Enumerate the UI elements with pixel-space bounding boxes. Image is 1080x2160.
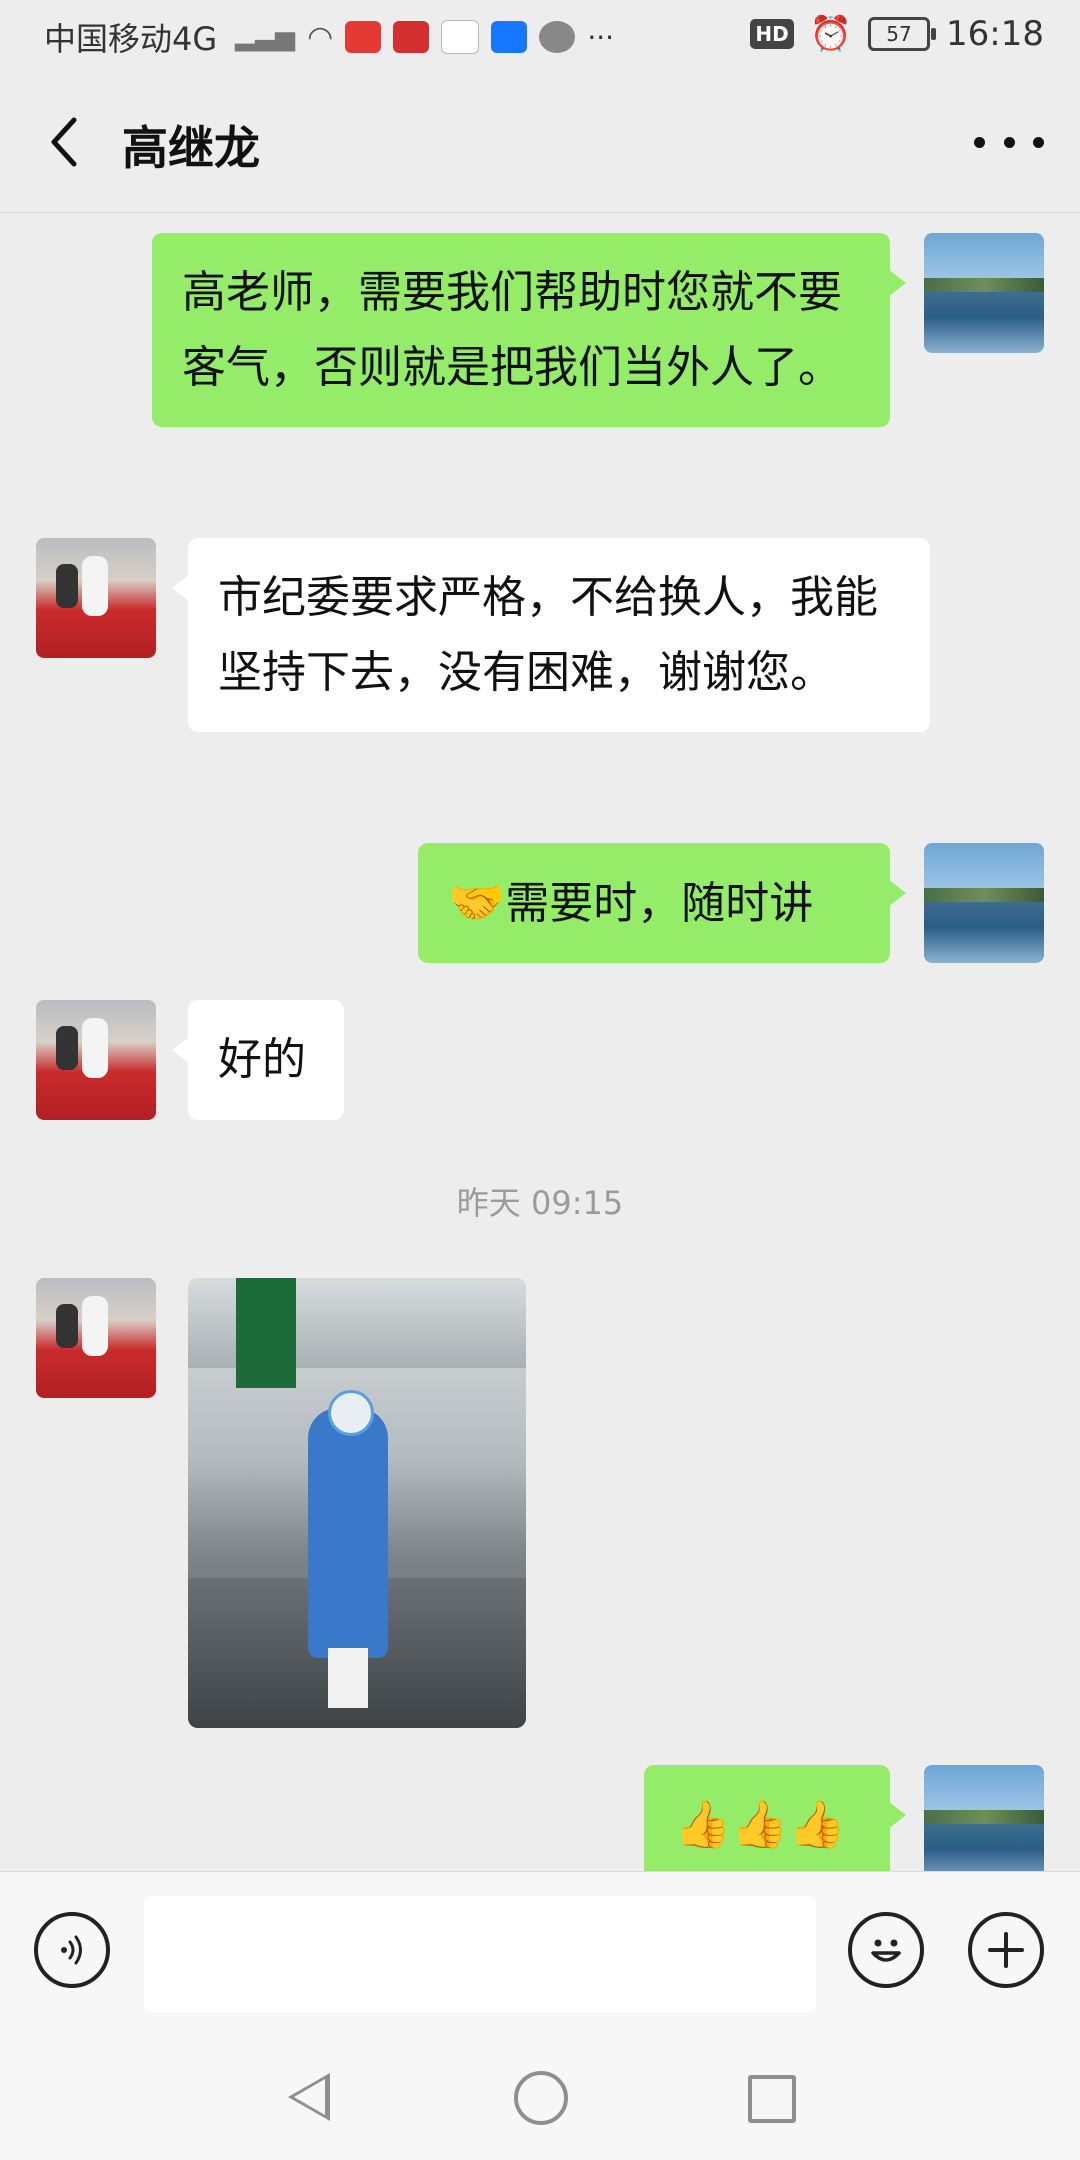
toutiao-icon [345, 21, 382, 53]
system-nav-bar [0, 2021, 1080, 2160]
chevron-left-icon [51, 117, 77, 167]
thumbs-up-icon: 👍👍👍 [674, 1797, 846, 1851]
emoji-button[interactable] [848, 1912, 924, 1988]
photo-face-shield [328, 1390, 374, 1436]
contact-avatar[interactable] [36, 538, 156, 658]
my-avatar[interactable] [924, 1765, 1044, 1871]
alipay-icon [491, 21, 528, 53]
more-dots-icon[interactable] [974, 124, 1044, 160]
back-button[interactable] [38, 112, 98, 172]
status-right: HD ⏰ 57 16:18 [750, 14, 1044, 54]
timestamp: 昨天 09:15 [456, 1184, 624, 1222]
voice-button[interactable] [34, 1912, 110, 1988]
input-bar [0, 1871, 1080, 2022]
message-text: 高老师，需要我们帮助时您就不要客气，否则就是把我们当外人了。 [182, 267, 842, 393]
image-message[interactable] [188, 1278, 526, 1728]
plus-button[interactable] [968, 1912, 1044, 1988]
handshake-icon: 🤝 [448, 875, 506, 929]
signal-icon: ▂▃▅ [235, 22, 296, 52]
hd-badge: HD [750, 19, 794, 49]
plus-icon [988, 1932, 1024, 1968]
my-avatar[interactable] [924, 843, 1044, 963]
voice-icon [61, 1935, 82, 1965]
xuexi-icon [441, 20, 480, 54]
nav-back-icon-inner [294, 2079, 325, 2115]
message-bubble[interactable]: 🤝需要时，随时讲 [418, 843, 906, 963]
wifi-icon: ◠ [307, 19, 334, 55]
message-input[interactable] [144, 1896, 816, 2012]
app-notification-icon [393, 21, 430, 53]
carrier-label: 中国移动4G [44, 20, 218, 58]
message-bubble[interactable]: 高老师，需要我们帮助时您就不要客气，否则就是把我们当外人了。 [152, 233, 906, 427]
photo-person [308, 1408, 388, 1658]
message-text: 需要时，随时讲 [505, 878, 814, 929]
chat-header: 高继龙 [0, 72, 1080, 212]
message-text: 好的 [218, 1034, 306, 1085]
dot [1033, 136, 1044, 148]
message-bubble[interactable]: 👍👍👍 [644, 1765, 906, 1871]
contact-name: 高继龙 [122, 121, 260, 175]
hand-icon [539, 21, 576, 53]
more-notifications-icon: ··· [587, 20, 615, 54]
photo-banner [236, 1278, 296, 1388]
dot [1003, 136, 1015, 148]
contact-avatar[interactable] [36, 1278, 156, 1398]
battery-icon: 57 [868, 17, 937, 51]
photo-boots [328, 1648, 368, 1708]
message-bubble[interactable]: 市纪委要求严格，不给换人，我能坚持下去，没有困难，谢谢您。 [172, 538, 930, 732]
smiley-icon [871, 1939, 901, 1962]
dot [974, 136, 985, 148]
message-bubble[interactable]: 好的 [172, 1000, 344, 1120]
message-text: 市纪委要求严格，不给换人，我能坚持下去，没有困难，谢谢您。 [218, 572, 878, 698]
message-list[interactable]: 高老师，需要我们帮助时您就不要客气，否则就是把我们当外人了。 市纪委要求严格，不… [0, 213, 1080, 1871]
status-left: 中国移动4G ▂▃▅ ◠ ··· [44, 14, 614, 60]
nav-recent-icon[interactable] [748, 2075, 796, 2123]
alarm-icon: ⏰ [809, 14, 853, 54]
nav-home-icon[interactable] [514, 2071, 568, 2125]
status-app-icons: ▂▃▅ ◠ ··· [235, 20, 614, 55]
clock: 16:18 [946, 14, 1044, 54]
my-avatar[interactable] [924, 233, 1044, 353]
status-bar: 中国移动4G ▂▃▅ ◠ ··· HD ⏰ 57 16:18 [0, 0, 1080, 72]
contact-avatar[interactable] [36, 1000, 156, 1120]
